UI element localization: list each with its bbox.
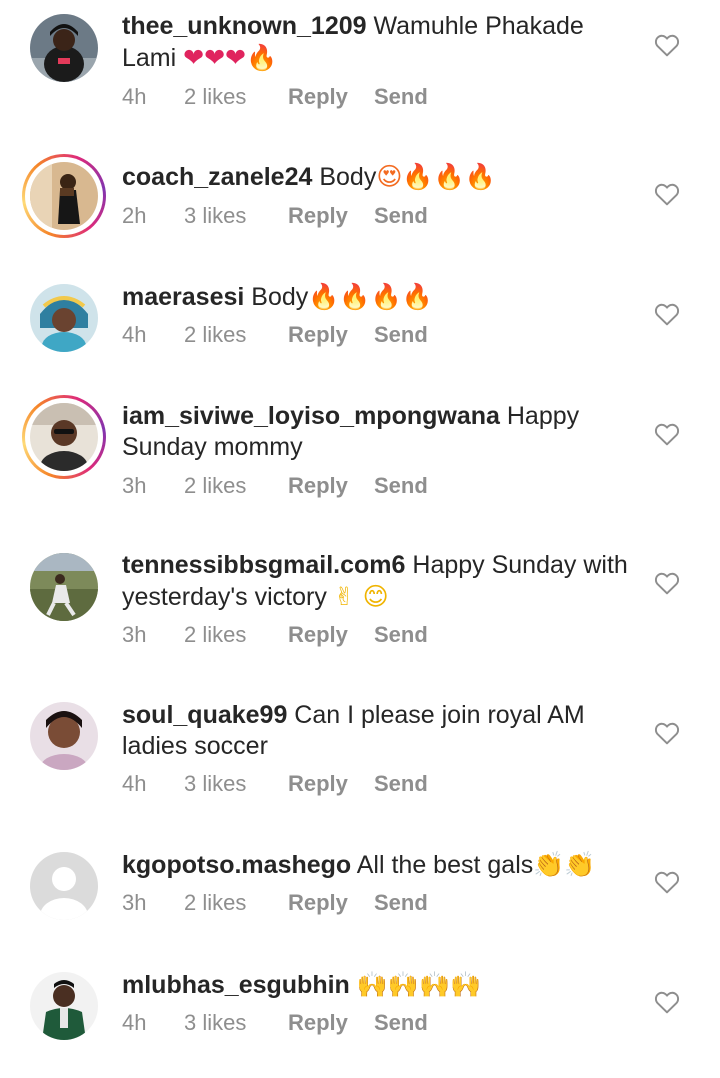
avatar[interactable] [30, 852, 98, 920]
reply-button[interactable]: Reply [288, 473, 374, 499]
heart-outline-icon[interactable] [654, 870, 680, 894]
send-button[interactable]: Send [374, 771, 428, 797]
comment-text: kgopotso.mashego All the best gals👏👏 [122, 849, 642, 881]
reply-button[interactable]: Reply [288, 84, 374, 110]
likes-count[interactable]: 3 likes [184, 1010, 288, 1036]
avatar[interactable] [30, 284, 98, 352]
heart-outline-icon[interactable] [654, 182, 680, 206]
comment-time: 3h [122, 473, 147, 498]
comment-time: 4h [122, 84, 147, 109]
heart-outline-icon[interactable] [654, 990, 680, 1014]
comment-text: coach_zanele24 Body😍🔥🔥🔥 [122, 161, 642, 193]
comment-emoji: 😍🔥🔥🔥 [376, 162, 496, 191]
comment-body: All the best gals [351, 851, 534, 879]
comment-username[interactable]: thee_unknown_1209 [122, 12, 367, 40]
comment-time: 4h [122, 322, 147, 347]
send-button[interactable]: Send [374, 84, 428, 110]
likes-count[interactable]: 2 likes [184, 622, 288, 648]
comment-text: soul_quake99 Can I please join royal AM … [122, 700, 642, 762]
send-button[interactable]: Send [374, 473, 428, 499]
comment-username[interactable]: mlubhas_esgubhin [122, 971, 350, 999]
send-button[interactable]: Send [374, 322, 428, 348]
comment-text: maerasesi Body🔥🔥🔥🔥 [122, 281, 642, 313]
comment-time: 2h [122, 203, 147, 228]
reply-button[interactable]: Reply [288, 203, 374, 229]
comment-emoji: ❤❤❤🔥 [183, 43, 278, 72]
comment-meta: 3h 2 likes Reply Send [122, 471, 428, 501]
avatar[interactable] [22, 154, 106, 238]
likes-count[interactable]: 3 likes [184, 203, 288, 229]
avatar[interactable] [30, 972, 98, 1040]
send-button[interactable]: Send [374, 622, 428, 648]
heart-outline-icon[interactable] [654, 33, 680, 57]
send-button[interactable]: Send [374, 890, 428, 916]
comment-body: Body [244, 283, 309, 311]
avatar[interactable] [30, 14, 98, 82]
comment-meta: 4h 2 likes Reply Send [122, 320, 428, 350]
heart-outline-icon[interactable] [654, 302, 680, 326]
comment-username[interactable]: coach_zanele24 [122, 163, 312, 191]
comment-emoji: 🔥🔥🔥🔥 [308, 282, 433, 311]
comment-meta: 3h 2 likes Reply Send [122, 620, 428, 650]
comment-meta: 3h 2 likes Reply Send [122, 888, 428, 918]
comment-meta: 4h 3 likes Reply Send [122, 1008, 428, 1038]
likes-count[interactable]: 2 likes [184, 84, 288, 110]
send-button[interactable]: Send [374, 203, 428, 229]
send-button[interactable]: Send [374, 1010, 428, 1036]
comment-username[interactable]: iam_siviwe_loyiso_mpongwana [122, 402, 500, 430]
comment-body: Body [312, 163, 377, 191]
comment-text: mlubhas_esgubhin 🙌🙌🙌🙌 [122, 969, 642, 1001]
comment-time: 4h [122, 771, 147, 796]
comment-text: iam_siviwe_loyiso_mpongwana Happy Sunday… [122, 401, 642, 463]
reply-button[interactable]: Reply [288, 1010, 374, 1036]
comment-meta: 4h 2 likes Reply Send [122, 82, 428, 112]
likes-count[interactable]: 2 likes [184, 322, 288, 348]
reply-button[interactable]: Reply [288, 622, 374, 648]
reply-button[interactable]: Reply [288, 771, 374, 797]
avatar[interactable] [30, 553, 98, 621]
reply-button[interactable]: Reply [288, 890, 374, 916]
avatar[interactable] [30, 702, 98, 770]
avatar[interactable] [22, 395, 106, 479]
comment-username[interactable]: tennessibbsgmail.com6 [122, 551, 405, 579]
comment-username[interactable]: soul_quake99 [122, 701, 287, 729]
comment-time: 3h [122, 890, 147, 915]
comment-text: thee_unknown_1209 Wamuhle Phakade Lami ❤… [122, 11, 642, 74]
comment-username[interactable]: maerasesi [122, 283, 244, 311]
comment-text: tennessibbsgmail.com6 Happy Sunday with … [122, 550, 642, 613]
comment-meta: 2h 3 likes Reply Send [122, 201, 428, 231]
heart-outline-icon[interactable] [654, 721, 680, 745]
comment-time: 4h [122, 1010, 147, 1035]
likes-count[interactable]: 3 likes [184, 771, 288, 797]
comment-emoji: ✌ 😊 [333, 582, 389, 611]
comment-time: 3h [122, 622, 147, 647]
comment-meta: 4h 3 likes Reply Send [122, 769, 428, 799]
comment-username[interactable]: kgopotso.mashego [122, 851, 351, 879]
default-avatar-icon [30, 852, 98, 920]
heart-outline-icon[interactable] [654, 422, 680, 446]
heart-outline-icon[interactable] [654, 571, 680, 595]
comment-emoji: 🙌🙌🙌🙌 [356, 970, 482, 999]
comment-emoji: 👏👏 [533, 850, 596, 879]
likes-count[interactable]: 2 likes [184, 890, 288, 916]
reply-button[interactable]: Reply [288, 322, 374, 348]
likes-count[interactable]: 2 likes [184, 473, 288, 499]
comment-body [350, 971, 357, 999]
